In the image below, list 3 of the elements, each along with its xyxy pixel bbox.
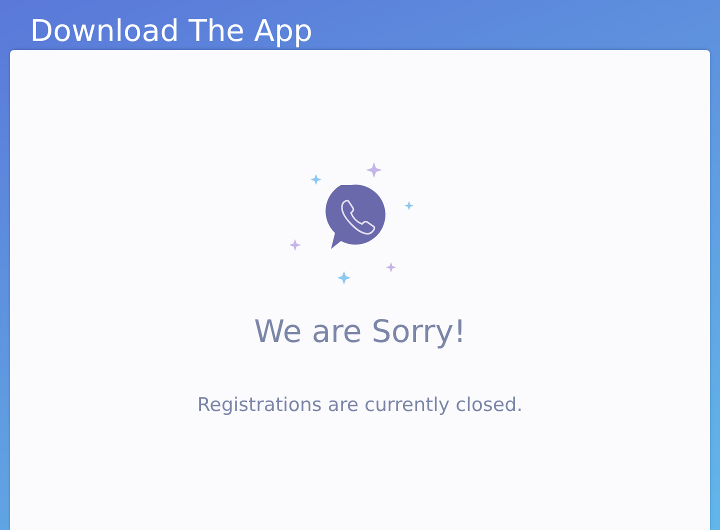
message-text: Registrations are currently closed.	[197, 394, 523, 416]
message-title: We are Sorry!	[254, 314, 466, 350]
page-title: Download The App	[30, 14, 314, 50]
